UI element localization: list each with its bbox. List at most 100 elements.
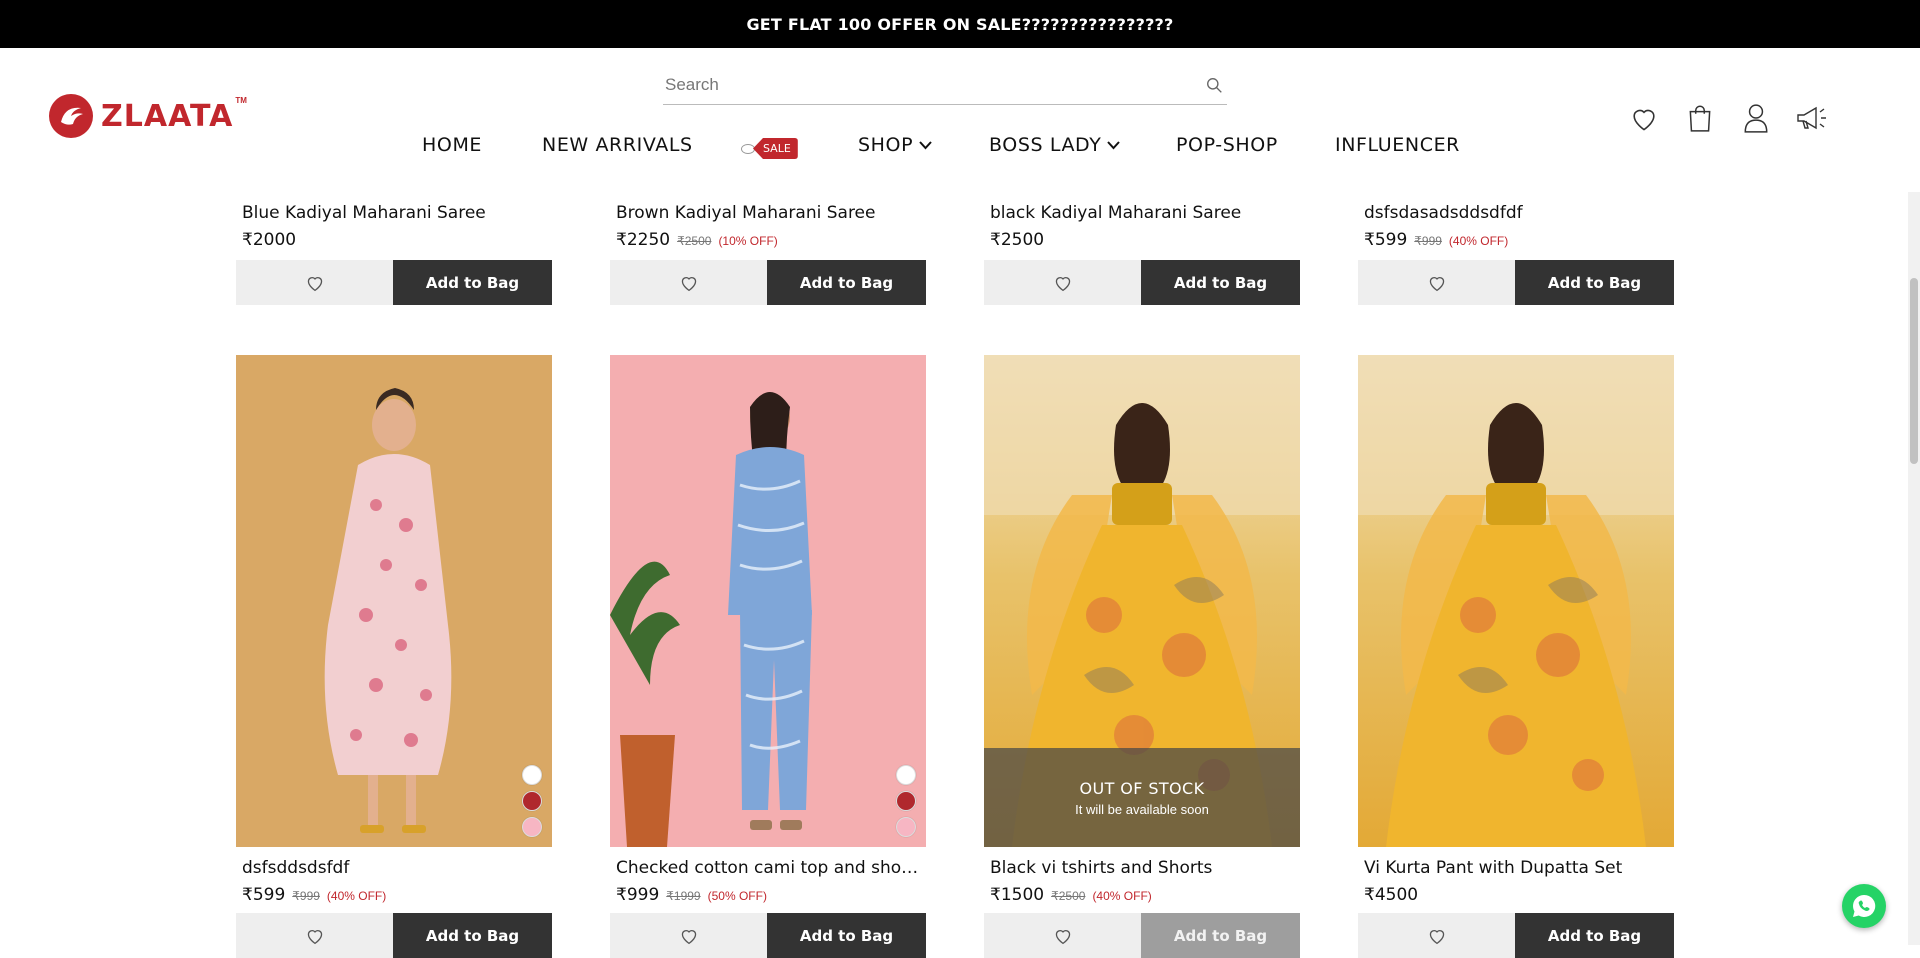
- product-name[interactable]: black Kadiyal Maharani Saree: [990, 203, 1295, 223]
- heart-icon: [1429, 929, 1444, 944]
- scrollbar-thumb[interactable]: [1910, 278, 1918, 464]
- model-illustration: [324, 388, 452, 833]
- out-of-stock-label: OUT OF STOCK: [1079, 778, 1205, 798]
- add-to-bag-button[interactable]: Add to Bag: [1141, 913, 1300, 958]
- wishlist-button[interactable]: [610, 260, 767, 305]
- product-name[interactable]: Brown Kadiyal Maharani Saree: [616, 203, 921, 223]
- chevron-down-icon: [919, 140, 932, 149]
- product-discount: (50% OFF): [707, 889, 767, 903]
- add-to-bag-button[interactable]: Add to Bag: [1515, 913, 1674, 958]
- product-price: ₹599: [242, 885, 286, 905]
- wishlist-button[interactable]: [984, 913, 1141, 958]
- wishlist-button[interactable]: [1358, 260, 1515, 305]
- nav-label: INFLUENCER: [1335, 134, 1460, 156]
- tag-string: [741, 143, 755, 154]
- product-name[interactable]: Black vi tshirts and Shorts: [990, 858, 1295, 878]
- nav-item-shop[interactable]: SHOP: [858, 134, 932, 156]
- color-swatch[interactable]: [522, 817, 542, 837]
- wishlist-link[interactable]: [1616, 100, 1672, 136]
- product-discount: (40% OFF): [1448, 234, 1509, 248]
- chevron-down-icon: [1107, 140, 1121, 149]
- add-to-bag-button[interactable]: Add to Bag: [767, 260, 926, 305]
- wishlist-button[interactable]: [1358, 913, 1515, 958]
- add-to-bag-button[interactable]: Add to Bag: [1141, 260, 1300, 305]
- color-swatches: [896, 765, 916, 837]
- announcement-bar: GET FLAT 100 OFFER ON SALE??????????????…: [0, 0, 1920, 48]
- heart-icon: [1055, 276, 1070, 291]
- availability-note: It will be available soon: [1075, 801, 1209, 817]
- announcements-link[interactable]: [1784, 100, 1840, 136]
- nav-label: POP-SHOP: [1176, 134, 1278, 156]
- add-to-bag-button[interactable]: Add to Bag: [393, 260, 552, 305]
- product-price: ₹2500: [990, 230, 1045, 250]
- product-name[interactable]: dsfsddsdsfdf: [242, 858, 547, 878]
- product-mrp: ₹2500: [677, 234, 712, 248]
- color-swatch[interactable]: [522, 791, 542, 811]
- product-mrp: ₹1999: [666, 889, 701, 903]
- nav-item-home[interactable]: HOME: [422, 134, 482, 156]
- product-card[interactable]: dsfsddsdsfdf ₹599 ₹999 (40% OFF) Add to …: [236, 355, 552, 958]
- bag-icon: [1689, 105, 1711, 132]
- megaphone-icon: [1797, 106, 1826, 130]
- nav-item-boss-lady[interactable]: BOSS LADY: [989, 134, 1121, 156]
- color-swatch[interactable]: [896, 765, 916, 785]
- nav-label: BOSS LADY: [989, 134, 1102, 156]
- product-card[interactable]: Checked cotton cami top and shorts... ₹9…: [610, 355, 926, 958]
- product-name[interactable]: Blue Kadiyal Maharani Saree: [242, 203, 547, 223]
- product-card[interactable]: OUT OF STOCK It will be available soon B…: [984, 355, 1300, 958]
- wishlist-button[interactable]: [236, 913, 393, 958]
- product-price: ₹599: [1364, 230, 1408, 250]
- product-card[interactable]: Vi Kurta Pant with Dupatta Set ₹4500 Add…: [1358, 355, 1674, 958]
- product-image[interactable]: [236, 355, 552, 847]
- wishlist-button[interactable]: [984, 260, 1141, 305]
- search-input[interactable]: [663, 68, 1165, 102]
- cart-link[interactable]: [1672, 100, 1728, 136]
- product-discount: (40% OFF): [1092, 889, 1152, 903]
- product-price: ₹999: [616, 885, 660, 905]
- account-link[interactable]: [1728, 100, 1784, 136]
- whatsapp-chat-button[interactable]: [1842, 884, 1886, 928]
- site-header: ZLAATA TM HOME NEW ARRIVALS SALE SHOP BO…: [0, 48, 1920, 192]
- model-illustration: [610, 392, 812, 847]
- heart-icon: [1429, 276, 1444, 291]
- color-swatch[interactable]: [896, 791, 916, 811]
- product-mrp: ₹2500: [1051, 889, 1086, 903]
- heart-icon: [307, 929, 322, 944]
- heart-icon: [307, 276, 322, 291]
- search-icon[interactable]: [1206, 77, 1223, 94]
- product-name[interactable]: dsfsdasadsddsdfdf: [1364, 203, 1669, 223]
- announcement-text: GET FLAT 100 OFFER ON SALE??????????????…: [746, 14, 1174, 34]
- color-swatch[interactable]: [896, 817, 916, 837]
- add-to-bag-button[interactable]: Add to Bag: [767, 913, 926, 958]
- brand-name: ZLAATA: [101, 98, 234, 134]
- heart-icon: [1633, 109, 1655, 130]
- add-to-bag-button[interactable]: Add to Bag: [1515, 260, 1674, 305]
- nav-item-influencer[interactable]: INFLUENCER: [1335, 134, 1460, 156]
- nav-label: NEW ARRIVALS: [542, 134, 693, 156]
- product-mrp: ₹999: [292, 889, 320, 903]
- heart-icon: [681, 276, 696, 291]
- main-nav: HOME NEW ARRIVALS SALE SHOP BOSS LADY PO…: [0, 134, 1920, 164]
- product-discount: (10% OFF): [718, 234, 778, 248]
- color-swatch[interactable]: [522, 765, 542, 785]
- product-price: ₹2250: [616, 230, 671, 250]
- product-name[interactable]: Checked cotton cami top and shorts...: [616, 858, 921, 878]
- brand-logo[interactable]: ZLAATA TM: [49, 94, 247, 138]
- out-of-stock-overlay: OUT OF STOCK It will be available soon: [984, 748, 1300, 847]
- nav-label: HOME: [422, 134, 483, 156]
- product-mrp: ₹999: [1414, 234, 1442, 248]
- wishlist-button[interactable]: [610, 913, 767, 958]
- product-name[interactable]: Vi Kurta Pant with Dupatta Set: [1364, 858, 1669, 878]
- user-icon: [1744, 104, 1768, 133]
- wishlist-button[interactable]: [236, 260, 393, 305]
- product-price: ₹2000: [242, 230, 297, 250]
- product-image[interactable]: OUT OF STOCK It will be available soon: [984, 355, 1300, 847]
- add-to-bag-button[interactable]: Add to Bag: [393, 913, 552, 958]
- header-actions: [1616, 100, 1840, 136]
- product-price: ₹1500: [990, 885, 1045, 905]
- product-image[interactable]: [610, 355, 926, 847]
- nav-item-new-arrivals[interactable]: NEW ARRIVALS: [542, 134, 693, 156]
- nav-item-pop-shop[interactable]: POP-SHOP: [1176, 134, 1278, 156]
- sale-badge[interactable]: SALE: [741, 138, 798, 159]
- product-image[interactable]: [1358, 355, 1674, 847]
